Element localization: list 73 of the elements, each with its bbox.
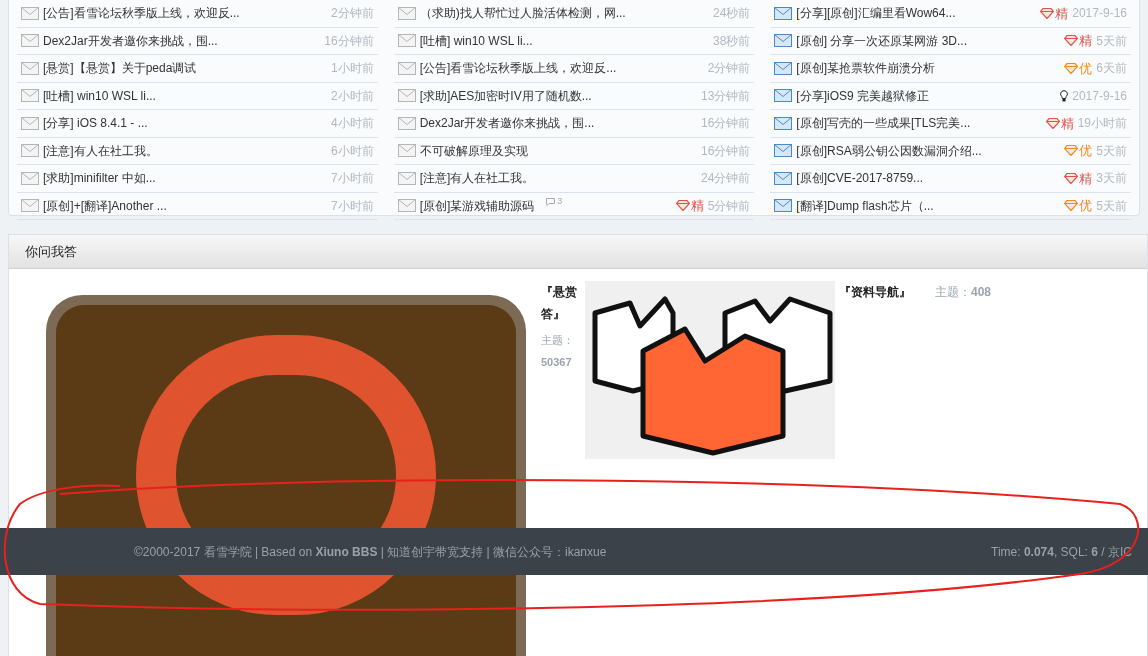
thread-time: 2小时前	[330, 87, 374, 105]
forum-name[interactable]: 『悬赏答』	[541, 281, 585, 325]
thread-link[interactable]: [原创] 分享一次还原某网游 3D...	[796, 31, 967, 50]
thread-time: 2017-9-16	[1072, 5, 1127, 23]
diamond-icon	[1064, 62, 1079, 74]
rating-label: 优	[1079, 197, 1093, 215]
thread-time: 7小时前	[330, 170, 374, 188]
diamond-icon	[1064, 35, 1079, 47]
diamond-icon	[1064, 200, 1079, 212]
thread-link[interactable]: [求助]minifilter 中如...	[43, 169, 156, 188]
thread-time: 19小时前	[1077, 115, 1127, 133]
thread-link[interactable]: [原创]某游戏辅助源码	[419, 196, 535, 215]
rating-label: 优	[1079, 59, 1093, 78]
thread-link[interactable]: [吐槽] win10 WSL li...	[419, 31, 533, 50]
thread-link[interactable]: [原创]RSA弱公钥公因数漏洞介绍...	[796, 141, 982, 160]
thread-time: 5天前	[1096, 142, 1127, 160]
copyright-text: ©2000-2017 看雪学院 | Based on Xiuno BBS | 知道创宇带宽支持 | 微信公众号：ikanxue	[134, 543, 607, 561]
thread-link[interactable]: [原创]CVE-2017-8759...	[796, 169, 924, 188]
reply-count: 3	[557, 195, 563, 208]
thread-time: 5分钟前	[707, 197, 751, 215]
thread-link[interactable]: [吐槽] win10 WSL li...	[43, 86, 156, 105]
thread-time: 7小时前	[330, 197, 374, 215]
rating-label: 精	[1079, 169, 1093, 188]
rating-label: 精	[1079, 32, 1093, 50]
thread-link[interactable]: 不可破解原理及实现	[419, 141, 528, 160]
thread-link[interactable]: [分享] iOS 8.4.1 - ...	[43, 114, 148, 133]
lightbulb-icon	[1060, 89, 1069, 102]
thread-link[interactable]: [求助]AES加密时IV用了随机数...	[419, 86, 592, 105]
thread-link[interactable]: （求助)找人帮忙过人脸活体检测，网...	[419, 4, 626, 23]
diamond-icon	[1045, 117, 1060, 129]
topic-count: 主题：408	[935, 284, 992, 301]
thread-link[interactable]: [翻译]Dump flash芯片（...	[796, 196, 934, 215]
rating-label: 精	[690, 197, 704, 215]
diamond-icon	[1064, 145, 1079, 157]
diamond-icon	[1064, 172, 1079, 184]
thread-time: 2017-9-16	[1072, 87, 1127, 105]
thread-link[interactable]: Dex2Jar开发者邀你来挑战，围...	[419, 114, 595, 133]
thread-link[interactable]: [悬赏]【悬赏】关于peda调试	[43, 59, 197, 78]
thread-link[interactable]: [分享]iOS9 完美越狱修正	[796, 86, 929, 105]
thread-link[interactable]: [原创]某抢票软件崩溃分析	[796, 59, 935, 78]
thread-time: 5天前	[1096, 32, 1127, 50]
thread-time: 1小时前	[330, 60, 374, 78]
thread-link[interactable]: [注意]有人在社工我。	[419, 169, 535, 188]
thread-link[interactable]: [分享][原创]汇编里看Wow64...	[796, 4, 956, 23]
thread-time: 16分钟前	[700, 115, 751, 133]
thread-time: 16分钟前	[700, 142, 751, 160]
thread-time: 16分钟前	[324, 32, 374, 50]
rating-label: 优	[1079, 142, 1093, 160]
diamond-icon	[675, 200, 690, 212]
diamond-icon	[1040, 7, 1055, 19]
rating-label: 精	[1055, 4, 1069, 23]
thread-time: 2分钟前	[707, 60, 751, 78]
thread-time: 6天前	[1096, 60, 1127, 78]
thread-time: 24分钟前	[700, 170, 751, 188]
thread-time: 6小时前	[330, 142, 374, 160]
thread-time: 3天前	[1096, 170, 1127, 188]
thread-time: 2分钟前	[330, 5, 374, 23]
thread-time: 38秒前	[712, 32, 751, 50]
topic-count: 主题： 50367	[541, 333, 575, 370]
thread-link[interactable]: [公告]看雪论坛秋季版上线，欢迎反...	[43, 4, 240, 23]
thread-link[interactable]: [原创]写壳的一些成果[TLS完美...	[796, 114, 971, 133]
thread-link[interactable]: [公告]看雪论坛秋季版上线，欢迎反...	[419, 59, 617, 78]
forum-name[interactable]: 『资料导航』	[839, 281, 911, 303]
thread-time: 24秒前	[712, 5, 751, 23]
thread-time: 4小时前	[330, 115, 374, 133]
thread-time: 13分钟前	[700, 87, 751, 105]
thread-link[interactable]: Dex2Jar开发者邀你来挑战，围...	[43, 31, 218, 50]
thread-link[interactable]: [原创]+[翻译]Another ...	[43, 196, 167, 215]
section-title: 你问我答	[25, 242, 77, 261]
thread-time: 5天前	[1096, 197, 1127, 215]
thread-link[interactable]: [注意]有人在社工我。	[43, 141, 158, 160]
rating-label: 精	[1060, 114, 1074, 133]
comment-icon	[546, 197, 556, 206]
